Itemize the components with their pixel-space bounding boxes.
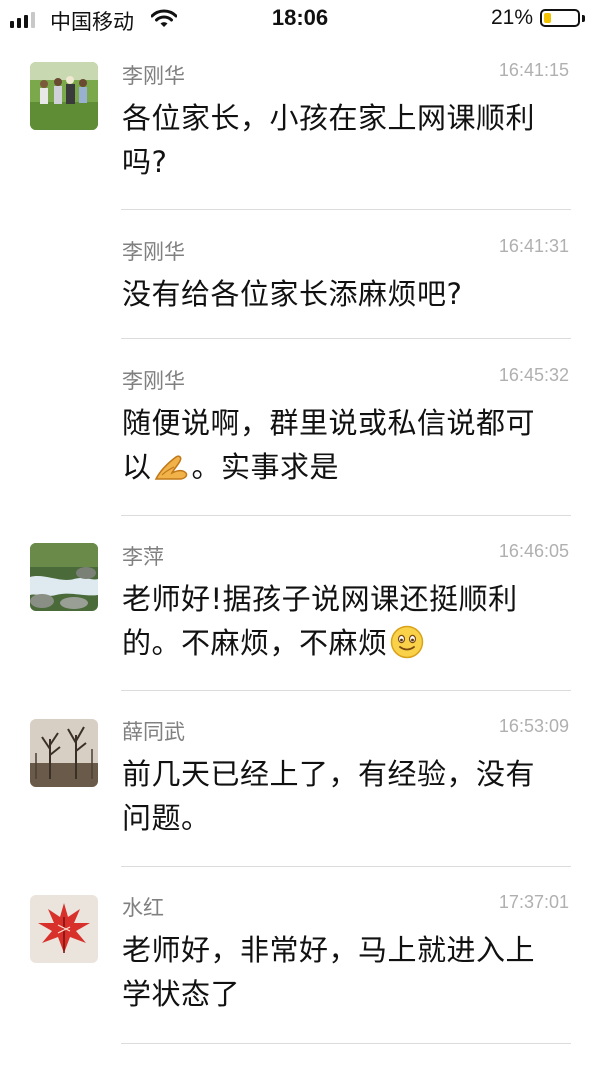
farm-field-avatar[interactable]	[30, 62, 98, 130]
message-timestamp: 16:53:09	[498, 716, 569, 736]
message-text: 随便说啊，群里说或私信说都可以 。实事求是	[122, 401, 554, 495]
battery-percentage: 21%	[491, 6, 534, 29]
message-timestamp: 16:46:05	[498, 541, 569, 561]
bare-trees-avatar[interactable]	[30, 719, 98, 787]
message-timestamp: 17:37:01	[498, 892, 569, 912]
sender-name: 李刚华	[122, 369, 185, 393]
sender-name: 薛同武	[122, 720, 185, 744]
battery-cap	[582, 15, 585, 22]
message-text: 前几天已经上了，有经验，没有问题。	[122, 757, 536, 835]
message-text: 各位家长，小孩在家上网课顺利吗?	[122, 101, 536, 179]
status-bar: 中国移动 18:06 21%	[0, 0, 600, 40]
message-divider	[121, 866, 571, 867]
stream-avatar[interactable]	[30, 543, 98, 611]
message-text: 没有给各位家长添麻烦吧?	[122, 277, 463, 311]
message-divider	[121, 209, 571, 210]
message-text-part: 老师好!据孩子说网课还挺顺利的。不麻烦，不麻烦	[122, 582, 518, 660]
message-text-part: 。实事求是	[191, 450, 340, 484]
smiley-face-emoji-icon	[390, 625, 424, 671]
message-timestamp: 16:41:15	[498, 60, 569, 80]
sender-name: 李刚华	[122, 64, 185, 88]
message-divider	[121, 338, 571, 339]
message-divider	[121, 515, 571, 516]
message-timestamp: 16:45:32	[498, 365, 569, 385]
ok-hand-emoji-icon	[154, 451, 190, 495]
message-text: 老师好!据孩子说网课还挺顺利的。不麻烦，不麻烦	[122, 577, 554, 671]
message-divider	[121, 690, 571, 691]
message-divider	[121, 1043, 571, 1044]
battery-level	[544, 13, 551, 23]
message-timestamp: 16:41:31	[498, 236, 569, 256]
message-text: 老师好，非常好，马上就进入上学状态了	[122, 933, 536, 1011]
battery-icon	[540, 9, 580, 27]
sender-name: 李萍	[122, 545, 164, 569]
sender-name: 水红	[122, 896, 164, 920]
sender-name: 李刚华	[122, 240, 185, 264]
red-leaf-avatar[interactable]	[30, 895, 98, 963]
